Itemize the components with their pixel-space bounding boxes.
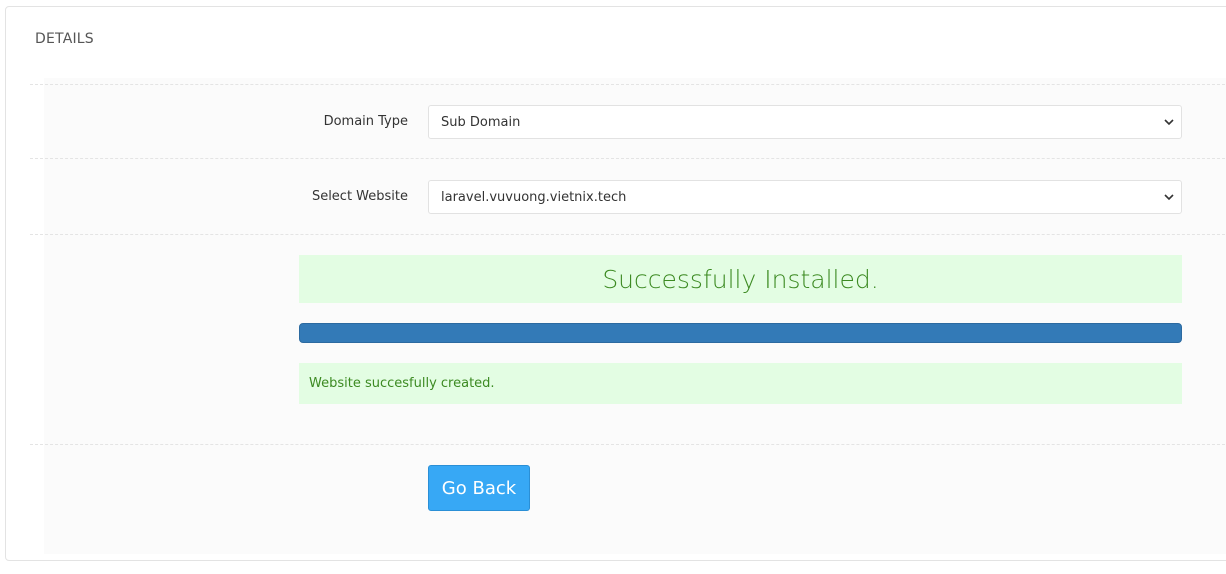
install-message-box: Website succesfully created.: [299, 363, 1182, 404]
domain-type-select[interactable]: Sub Domain: [428, 105, 1182, 139]
install-status-title: Successfully Installed.: [602, 264, 879, 294]
divider: [30, 444, 1226, 445]
divider: [30, 84, 1226, 85]
divider: [30, 234, 1226, 235]
select-website-select[interactable]: laravel.vuvuong.vietnix.tech: [428, 180, 1182, 214]
install-progress-bar: [299, 323, 1182, 343]
select-website-label: Select Website: [311, 189, 408, 204]
install-message: Website succesfully created.: [309, 376, 495, 391]
divider: [30, 158, 1226, 159]
install-status-banner: Successfully Installed.: [299, 255, 1182, 303]
chevron-down-icon: [1164, 119, 1174, 126]
panel-body: [44, 78, 1226, 554]
chevron-down-icon: [1164, 194, 1174, 201]
domain-type-label: Domain Type: [323, 114, 408, 129]
select-website-value: laravel.vuvuong.vietnix.tech: [441, 189, 627, 205]
panel-title: DETAILS: [35, 31, 94, 47]
domain-type-value: Sub Domain: [441, 114, 521, 130]
go-back-button[interactable]: Go Back: [428, 465, 530, 511]
